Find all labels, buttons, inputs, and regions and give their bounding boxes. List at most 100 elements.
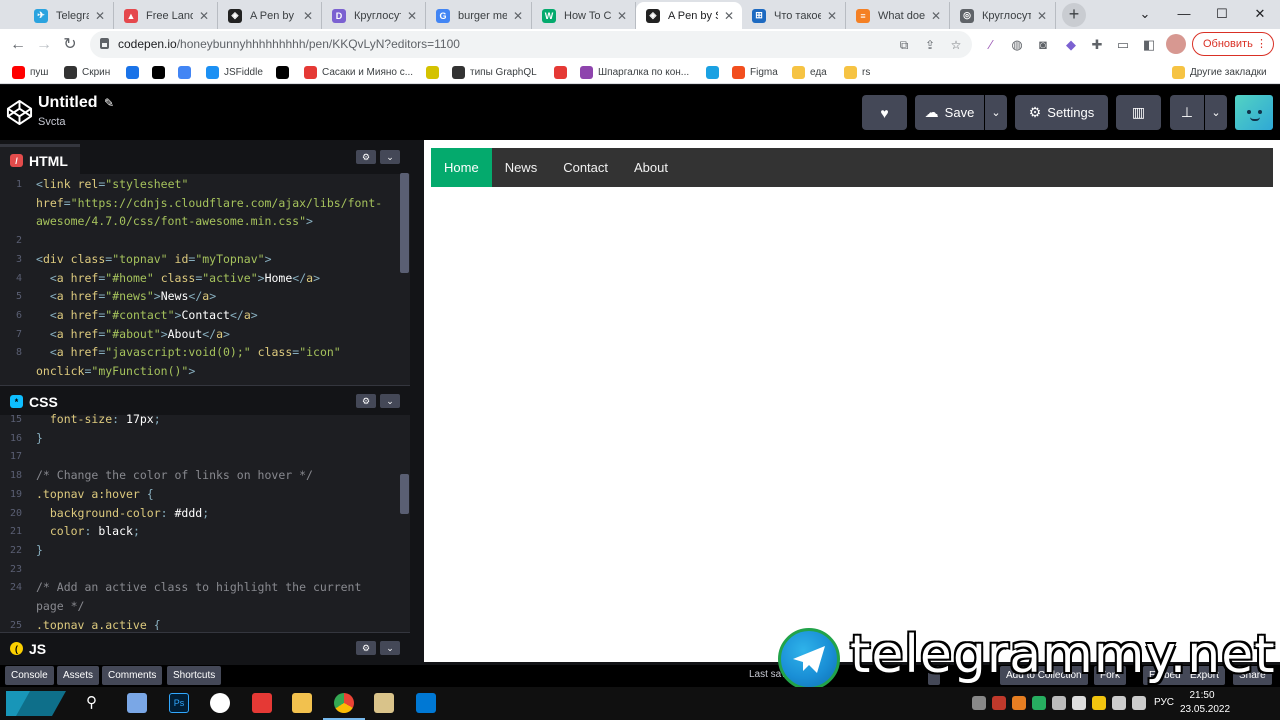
pin-button[interactable]: ⊥ xyxy=(1170,95,1204,130)
nav-link-about[interactable]: About xyxy=(621,148,681,187)
browser-tab[interactable]: ✈ Telegram ✕ xyxy=(24,2,114,29)
pen-author[interactable]: Svcta xyxy=(38,116,66,128)
close-tab-icon[interactable]: ✕ xyxy=(825,9,839,23)
tray-icon[interactable] xyxy=(1072,696,1086,710)
css-scrollbar[interactable] xyxy=(400,474,409,514)
translate-icon[interactable]: ⧉ xyxy=(896,37,912,53)
bookmark-star-icon[interactable]: ☆ xyxy=(948,37,964,53)
chevron-down-icon[interactable]: ⌄ xyxy=(380,150,400,164)
browser-tab[interactable]: W How To Cre ✕ xyxy=(532,2,636,29)
code-line[interactable]: 7 <a href="#about">About</a> xyxy=(0,325,400,344)
code-line[interactable]: 24 /* Add an active class to highlight th… xyxy=(0,578,400,597)
input-language[interactable]: РУС xyxy=(1154,697,1174,708)
close-tab-icon[interactable]: ✕ xyxy=(615,9,629,23)
new-tab-button[interactable]: + xyxy=(1062,3,1086,27)
other-bookmarks[interactable]: Другие закладки xyxy=(1172,64,1267,80)
globe-icon[interactable]: ◍ xyxy=(1008,36,1026,54)
code-line[interactable]: 22} xyxy=(0,541,400,560)
code-line[interactable]: 4 <a href="#home" class="active">Home</a… xyxy=(0,269,400,288)
bookmark-item[interactable] xyxy=(126,64,144,80)
bookmark-item[interactable]: Шпаргалка по кон... xyxy=(580,64,689,80)
code-line[interactable]: 21 color: black; xyxy=(0,522,400,541)
update-button[interactable]: Обновить ⋮ xyxy=(1192,32,1274,56)
vscode-icon[interactable] xyxy=(416,693,436,713)
code-line[interactable]: 16} xyxy=(0,429,400,448)
bookmark-item[interactable]: еда xyxy=(792,64,827,80)
bookmark-item[interactable]: Figma xyxy=(732,64,778,80)
bookmark-item[interactable]: пуш xyxy=(12,64,48,80)
code-line[interactable]: 5 <a href="#news">News</a> xyxy=(0,287,400,306)
code-line[interactable]: 20 background-color: #ddd; xyxy=(0,504,400,523)
code-line[interactable]: 15 font-size: 17px; xyxy=(0,410,400,429)
pencil-icon[interactable]: ✎ xyxy=(104,96,114,110)
pen-title[interactable]: Untitled xyxy=(38,94,98,112)
forward-arrow-icon[interactable]: → xyxy=(32,33,56,57)
comments-button[interactable]: Comments xyxy=(102,666,163,685)
editor-settings-icon[interactable]: ⚙ xyxy=(356,150,376,164)
code-line[interactable]: page */ xyxy=(0,597,400,616)
chevron-down-icon[interactable]: ⌄ xyxy=(380,641,400,655)
start-button-icon[interactable] xyxy=(0,687,70,720)
bookmark-item[interactable]: Скрин xyxy=(64,64,110,80)
maximize-icon[interactable]: ☐ xyxy=(1203,0,1241,29)
bookmark-item[interactable] xyxy=(276,64,294,80)
code-line[interactable]: 6 <a href="#contact">Contact</a> xyxy=(0,306,400,325)
chrome-icon[interactable] xyxy=(334,693,354,713)
browser-tab[interactable]: ▲ Free Landing ✕ xyxy=(114,2,218,29)
photoshop-icon[interactable]: Ps xyxy=(169,693,189,713)
close-tab-icon[interactable]: ✕ xyxy=(405,9,419,23)
bookmark-item[interactable] xyxy=(706,64,724,80)
editor-settings-icon[interactable]: ⚙ xyxy=(356,641,376,655)
user-avatar[interactable] xyxy=(1235,95,1273,130)
change-view-button[interactable]: ▥ xyxy=(1116,95,1161,130)
code-line[interactable]: 1 <link rel="stylesheet" xyxy=(0,175,400,194)
html-editor-tab[interactable]: / HTML xyxy=(0,144,80,174)
shortcuts-button[interactable]: Shortcuts xyxy=(167,666,222,685)
color-picker-icon[interactable]: ∕ xyxy=(982,36,1000,54)
code-line[interactable]: 3 <div class="topnav" id="myTopnav"> xyxy=(0,250,400,269)
volume-icon[interactable] xyxy=(1132,696,1146,710)
code-line[interactable]: 17 xyxy=(0,447,400,466)
tray-icon[interactable] xyxy=(1012,696,1026,710)
tray-icon[interactable] xyxy=(992,696,1006,710)
browser-tab[interactable]: ◈ A Pen by Sv ✕ xyxy=(218,2,322,29)
js-editor-tab[interactable]: (JS xyxy=(0,635,80,662)
back-arrow-icon[interactable]: ← xyxy=(6,33,30,57)
close-tab-icon[interactable]: ✕ xyxy=(511,9,525,23)
minimize-icon[interactable]: — xyxy=(1165,0,1203,29)
bookmark-item[interactable] xyxy=(152,64,170,80)
url-text[interactable]: codepen.io/honeybunnyhhhhhhhhh/pen/KKQvL… xyxy=(118,37,460,51)
code-line[interactable]: awesome/4.7.0/css/font-awesome.min.css"> xyxy=(0,212,400,231)
camera-icon[interactable]: ◙ xyxy=(1034,36,1052,54)
code-line[interactable]: 23 xyxy=(0,560,400,579)
code-line[interactable]: onclick="myFunction()"> xyxy=(0,362,400,381)
tray-icon[interactable] xyxy=(1052,696,1066,710)
html-scrollbar[interactable] xyxy=(400,173,409,273)
bookmark-item[interactable] xyxy=(426,64,444,80)
notepad-icon[interactable] xyxy=(127,693,147,713)
codepen-logo-icon[interactable] xyxy=(6,99,33,126)
bookmark-item[interactable]: rs xyxy=(844,64,870,80)
address-bar[interactable]: codepen.io/honeybunnyhhhhhhhhh/pen/KKQvL… xyxy=(90,31,972,58)
system-clock[interactable]: 21:50 23.05.2022 xyxy=(1180,689,1230,717)
app-icon[interactable] xyxy=(210,693,230,713)
settings-button[interactable]: ⚙ Settings xyxy=(1015,95,1108,130)
bookmark-item[interactable] xyxy=(554,64,572,80)
save-button[interactable]: ☁ Save xyxy=(915,95,984,130)
code-line[interactable]: 25 .topnav a.active { xyxy=(0,616,400,630)
code-line[interactable]: 18 /* Change the color of links on hover … xyxy=(0,466,400,485)
resize-divider[interactable] xyxy=(410,140,424,662)
chevron-down-icon[interactable]: ⌄ xyxy=(380,394,400,408)
close-tab-icon[interactable]: ✕ xyxy=(1035,9,1049,23)
bookmark-item[interactable]: Сасаки и Мияно с... xyxy=(304,64,413,80)
network-icon[interactable] xyxy=(1112,696,1126,710)
profile-avatar[interactable] xyxy=(1166,34,1186,54)
puzzle-icon[interactable]: ✚ xyxy=(1088,36,1106,54)
nav-link-contact[interactable]: Contact xyxy=(550,148,621,187)
file-explorer-icon[interactable] xyxy=(292,693,312,713)
cast-icon[interactable]: ▭ xyxy=(1114,36,1132,54)
share-icon[interactable]: ⇪ xyxy=(922,37,938,53)
save-options-button[interactable]: ⌄ xyxy=(985,95,1007,130)
html-code[interactable]: 1 <link rel="stylesheet" href="https://cdn… xyxy=(0,175,410,385)
bookmark-item[interactable]: типы GraphQL xyxy=(452,64,537,80)
